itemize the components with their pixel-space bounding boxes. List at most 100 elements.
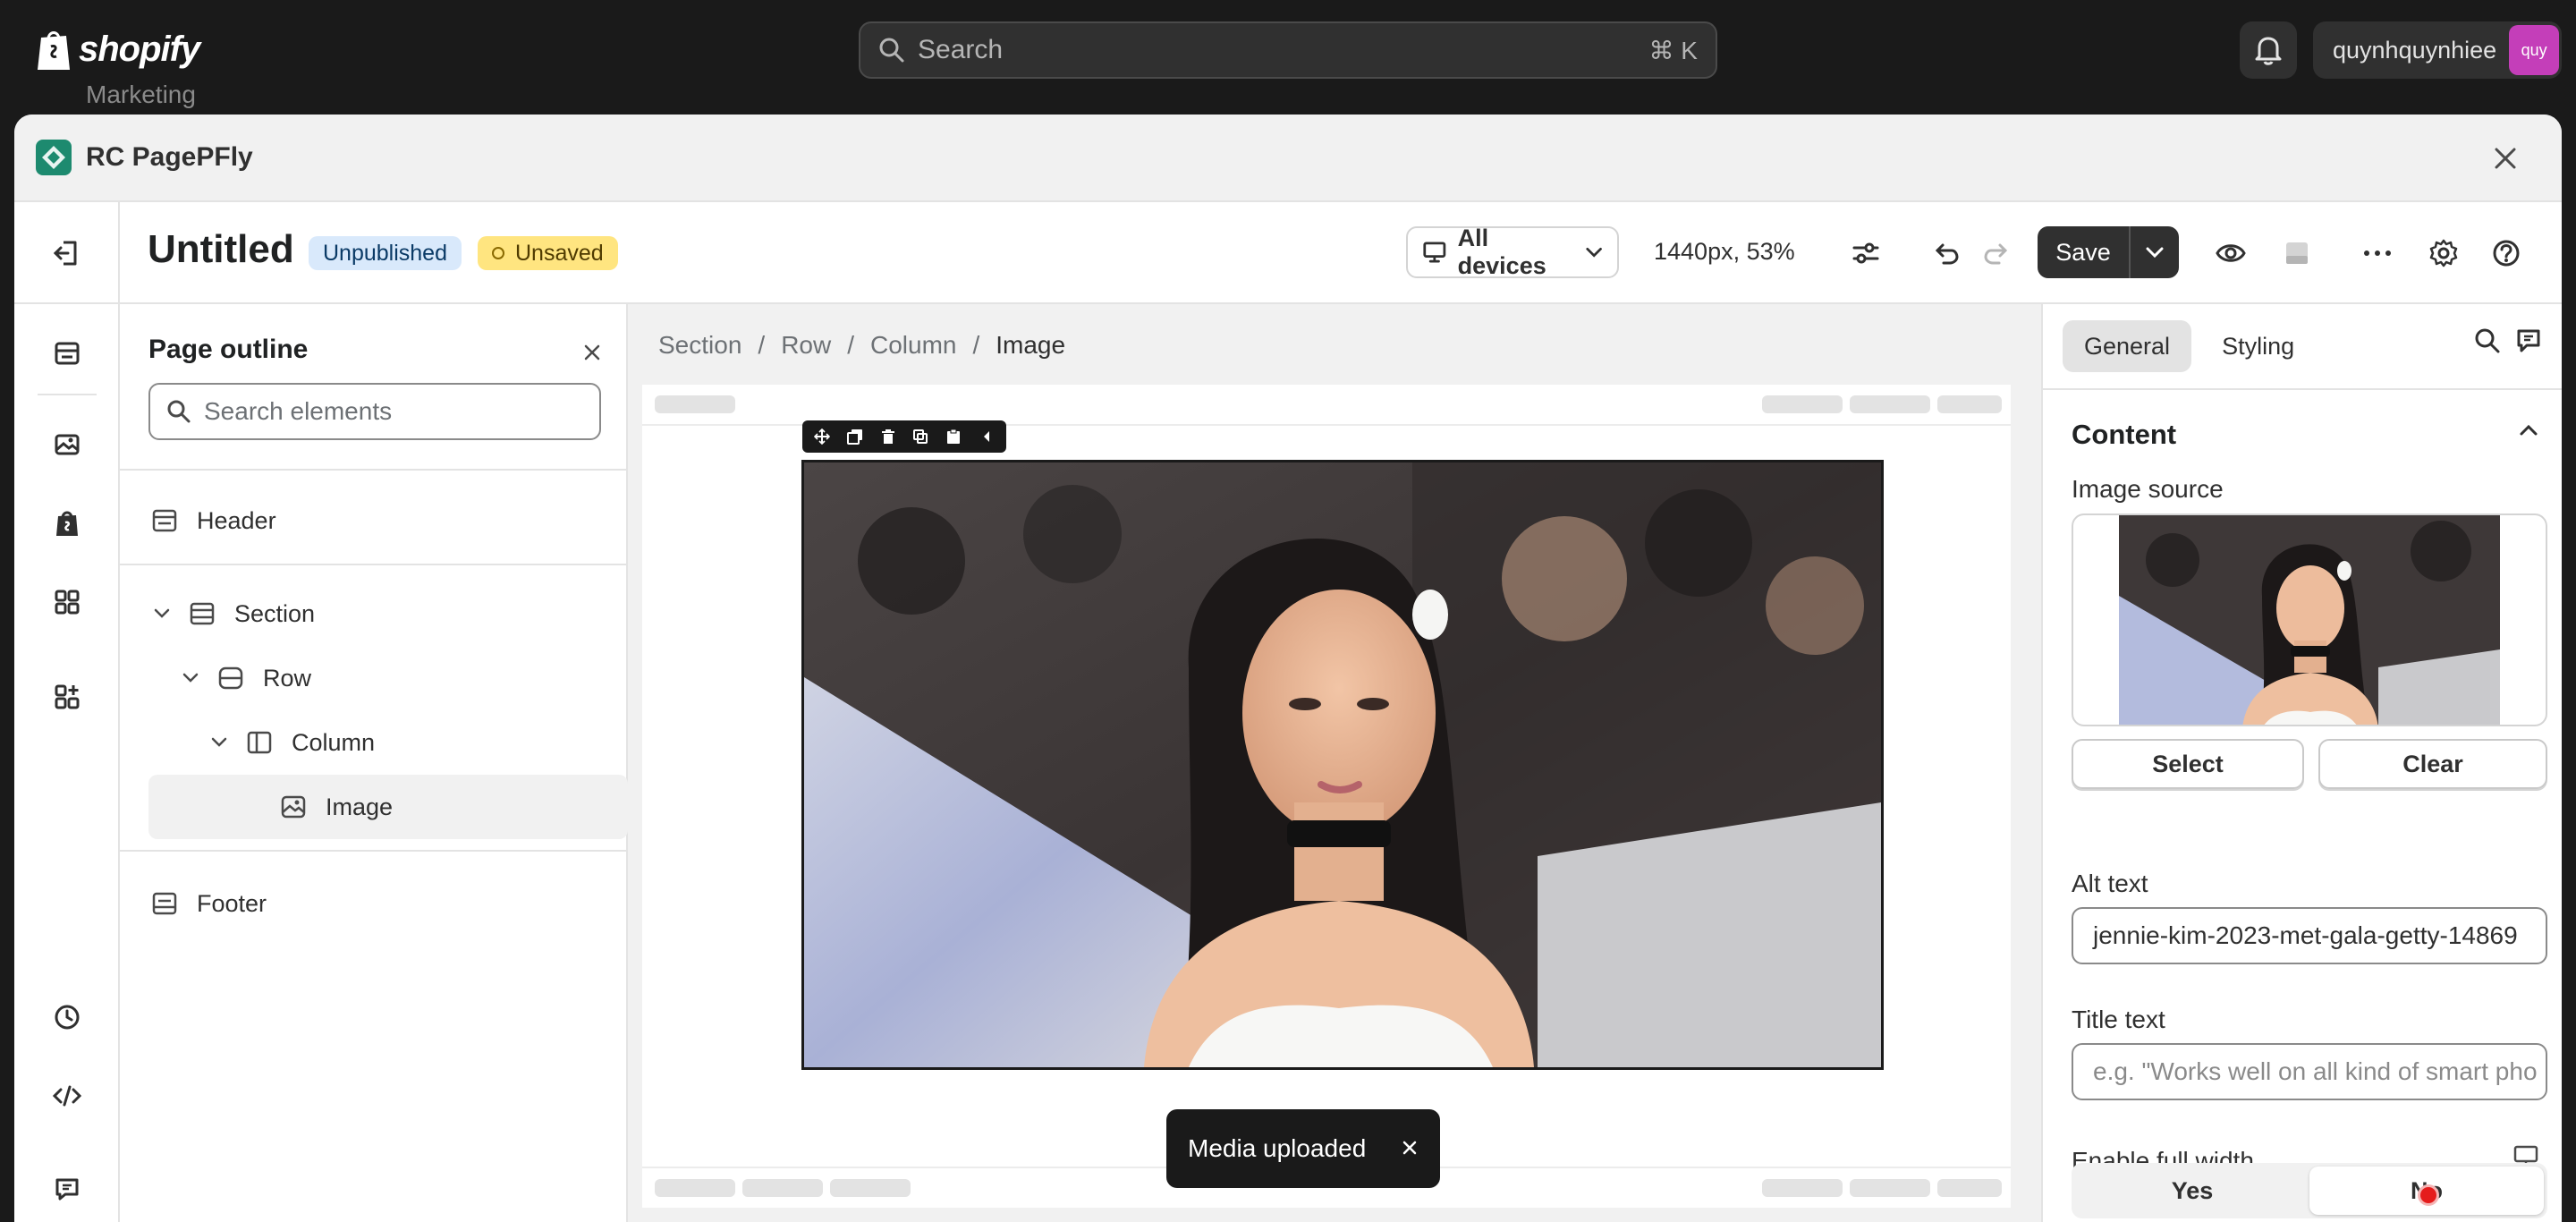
inspector-search-button[interactable] — [2474, 327, 2501, 359]
more-actions-button[interactable] — [2358, 233, 2397, 273]
skeleton-bar — [655, 395, 735, 413]
rail-chat-button[interactable] — [45, 1167, 89, 1211]
chevron-down-icon[interactable] — [206, 737, 233, 748]
preview-button[interactable] — [2211, 233, 2250, 273]
publish-button[interactable] — [2277, 233, 2317, 273]
zoom-readout[interactable]: 1440px, 53% — [1654, 238, 1795, 266]
account-menu-button[interactable]: quynhquynhiee quy — [2313, 21, 2562, 79]
adjust-settings-button[interactable] — [1846, 233, 1885, 273]
image-source-label: Image source — [2072, 475, 2224, 503]
outline-item-section[interactable]: Section — [120, 581, 628, 646]
close-icon — [2495, 148, 2516, 169]
breadcrumb-column[interactable]: Column — [870, 331, 956, 360]
breadcrumb-row[interactable]: Row — [781, 331, 831, 360]
breadcrumb-image: Image — [996, 331, 1066, 359]
paste-icon[interactable] — [939, 424, 969, 449]
outline-item-image[interactable]: Image — [148, 775, 628, 839]
page-title[interactable]: Untitled — [148, 227, 294, 272]
shopify-logo[interactable]: shopify — [36, 27, 200, 72]
breadcrumb-separator: / — [758, 331, 766, 359]
outline-item-header[interactable]: Header — [120, 488, 628, 553]
page-canvas — [642, 385, 2011, 1208]
toast-message: Media uploaded — [1188, 1134, 1367, 1162]
outline-item-footer[interactable]: Footer — [120, 871, 628, 936]
search-elements-placeholder: Search elements — [204, 397, 393, 425]
dismiss-toast-button[interactable] — [1401, 1134, 1419, 1163]
rail-add-elements-button[interactable] — [45, 675, 89, 719]
delete-icon[interactable] — [873, 424, 902, 449]
outline-item-column[interactable]: Column — [120, 710, 628, 775]
collapse-content-button[interactable] — [2519, 424, 2538, 441]
rail-media-button[interactable] — [45, 422, 89, 467]
comment-icon — [2517, 329, 2540, 352]
search-placeholder: Search — [918, 35, 1004, 64]
rail-shopify-button[interactable] — [45, 501, 89, 546]
eye-icon — [2216, 244, 2246, 262]
outline-divider — [120, 469, 628, 471]
save-options-button[interactable] — [2131, 226, 2179, 278]
chevron-up-icon — [2520, 424, 2538, 436]
save-button[interactable]: Save — [2038, 226, 2131, 278]
avatar: quy — [2509, 25, 2560, 75]
copy-icon[interactable] — [906, 424, 936, 449]
full-width-yes[interactable]: Yes — [2075, 1167, 2309, 1215]
close-outline-button[interactable] — [576, 336, 608, 369]
clock-icon — [55, 1005, 80, 1030]
chevron-down-icon[interactable] — [177, 673, 204, 683]
rail-outline-button[interactable] — [45, 331, 89, 376]
exit-icon — [53, 241, 77, 266]
outline-divider — [120, 850, 628, 852]
image-thumbnail — [2119, 515, 2500, 725]
devices-dropdown[interactable]: All devices — [1406, 225, 1619, 279]
element-toolbar — [802, 420, 1006, 453]
unsaved-label: Unsaved — [515, 240, 604, 266]
help-button[interactable] — [2487, 233, 2526, 273]
settings-button[interactable] — [2424, 233, 2463, 273]
global-search-input[interactable]: Search ⌘ K — [859, 21, 1717, 79]
title-text-input[interactable]: e.g. "Works well on all kind of smart ph… — [2072, 1043, 2547, 1100]
inspector-comments-button[interactable] — [2515, 327, 2542, 359]
outline-item-row[interactable]: Row — [120, 646, 628, 710]
inspector-tabs: General Styling — [2063, 320, 2316, 372]
chevron-left-icon[interactable] — [971, 424, 1001, 449]
full-width-toggle: Yes No — [2072, 1163, 2547, 1218]
tab-general[interactable]: General — [2063, 320, 2192, 372]
move-icon[interactable] — [808, 424, 837, 449]
rail-history-button[interactable] — [45, 995, 89, 1040]
rail-code-button[interactable] — [45, 1073, 89, 1118]
rail-divider — [38, 394, 97, 395]
selected-image-element[interactable] — [801, 460, 1884, 1070]
chevron-down-icon[interactable] — [148, 608, 175, 619]
search-elements-input[interactable]: Search elements — [148, 383, 601, 440]
editor-left-rail — [14, 304, 120, 1222]
breadcrumb-section[interactable]: Section — [658, 331, 741, 360]
skeleton-bar — [655, 1179, 735, 1197]
redo-button[interactable] — [1977, 233, 2016, 273]
page-outline-panel: Page outline Search elements Header Sect… — [120, 304, 628, 1222]
select-image-button[interactable]: Select — [2072, 739, 2304, 789]
pagefly-editor: Untitled Unpublished Unsaved All devices… — [14, 202, 2562, 1222]
undo-button[interactable] — [1927, 233, 1966, 273]
sliders-icon — [1852, 242, 1879, 264]
portrait-photo — [804, 462, 1881, 1067]
alt-text-label: Alt text — [2072, 870, 2148, 897]
duplicate-icon[interactable] — [841, 424, 870, 449]
title-text-label: Title text — [2072, 1006, 2165, 1033]
add-blocks-icon — [55, 684, 80, 709]
rail-sections-button[interactable] — [45, 580, 89, 624]
close-icon — [1402, 1141, 1417, 1155]
close-modal-button[interactable] — [2487, 140, 2524, 177]
notifications-button[interactable] — [2240, 21, 2297, 79]
close-icon — [584, 344, 600, 361]
content-section-title[interactable]: Content — [2072, 419, 2176, 451]
bell-icon — [2255, 37, 2282, 65]
alt-text-input[interactable]: jennie-kim-2023-met-gala-getty-14869 — [2072, 907, 2547, 964]
tab-styling[interactable]: Styling — [2200, 320, 2316, 372]
breadcrumb-separator: / — [847, 331, 854, 359]
clear-image-button[interactable]: Clear — [2318, 739, 2547, 789]
image-source-preview[interactable] — [2072, 513, 2547, 726]
exit-editor-button[interactable] — [14, 202, 120, 304]
redo-icon — [1984, 243, 2008, 265]
outline-item-label: Footer — [197, 889, 267, 917]
header-layout-icon — [148, 505, 181, 537]
